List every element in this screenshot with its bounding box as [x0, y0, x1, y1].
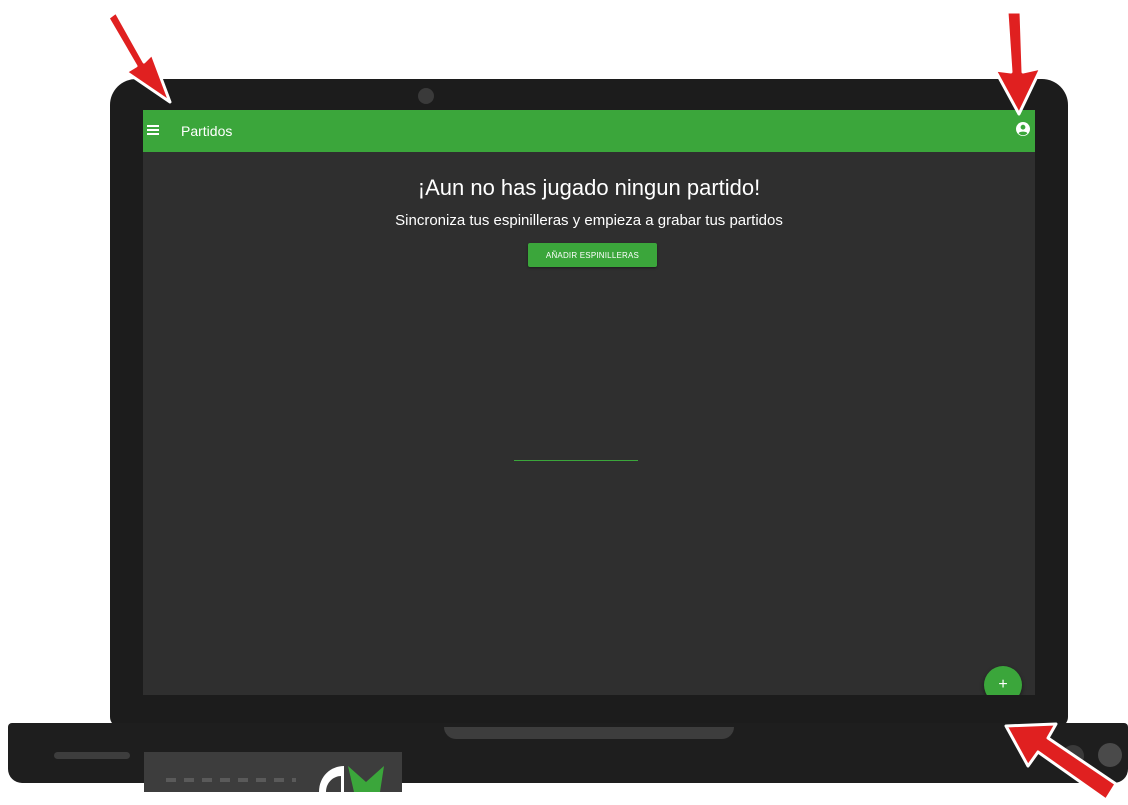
laptop-slot	[54, 752, 130, 759]
empty-state-title: ¡Aun no has jugado ningun partido!	[417, 175, 761, 200]
menu-button[interactable]	[143, 110, 169, 152]
logo-icon	[319, 766, 384, 792]
annotation-arrow-icon	[993, 10, 1043, 116]
add-shin-guards-button[interactable]: AÑADIR ESPINILLERAS	[528, 243, 657, 267]
add-icon: +	[998, 676, 1008, 693]
annotation-arrow-icon	[106, 10, 172, 104]
app-screen: Partidos ¡Aun no has jugado ningun parti…	[143, 110, 1035, 695]
webcam	[418, 88, 434, 104]
profile-button[interactable]	[1015, 121, 1031, 137]
annotation-arrow-icon	[1004, 722, 1118, 802]
add-fab-button[interactable]: +	[984, 666, 1022, 695]
page-title: Partidos	[181, 123, 233, 139]
loading-progress-line	[514, 460, 638, 461]
empty-state-subtitle: Sincroniza tus espinilleras y empieza a …	[395, 212, 783, 229]
laptop-sticker	[144, 752, 402, 792]
account-circle-icon	[1016, 122, 1030, 136]
app-bar: Partidos	[143, 110, 1035, 152]
laptop-hinge-notch	[444, 727, 734, 739]
